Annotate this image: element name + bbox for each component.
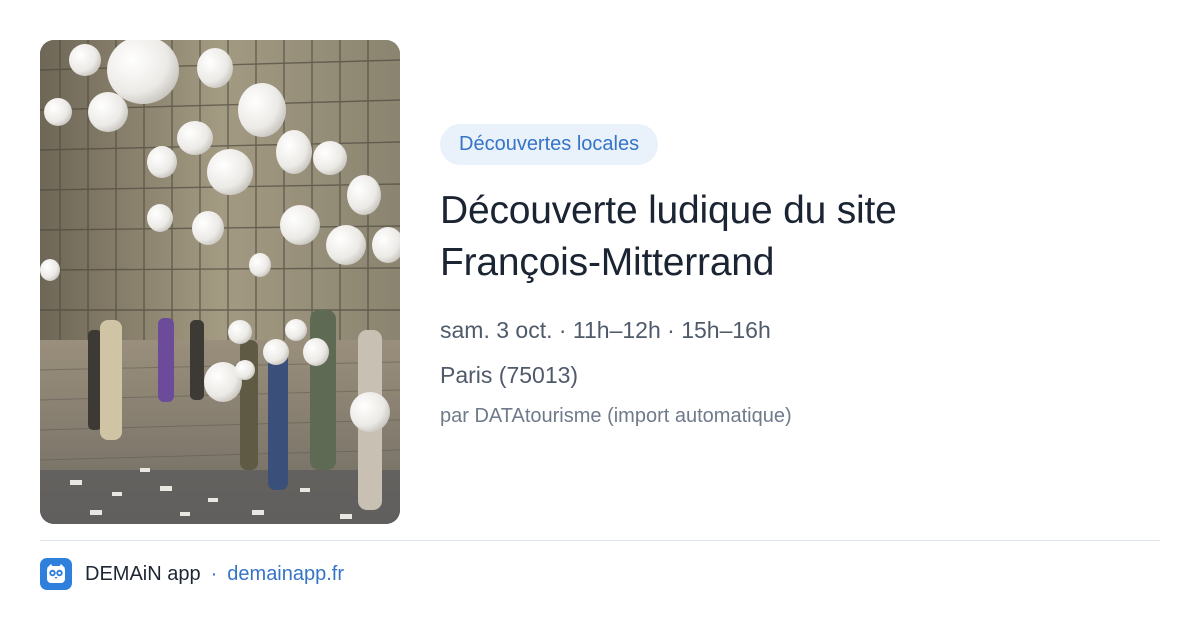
footer-divider — [40, 540, 1160, 541]
event-title-line2: François-Mitterrand — [440, 241, 775, 284]
event-card[interactable]: Découvertes locales Découverte ludique d… — [0, 0, 1200, 630]
footer: DEMAiN app · demainapp.fr — [40, 558, 344, 590]
app-domain-link[interactable]: demainapp.fr — [227, 563, 344, 586]
event-title[interactable]: Découverte ludique du site François-Mitt… — [440, 185, 1140, 289]
app-name: DEMAiN app — [85, 562, 201, 585]
footer-separator: · — [210, 562, 218, 585]
event-location: Paris (75013) — [440, 362, 579, 388]
event-schedule: sam. 3 oct. · 11h–12h · 15h–16h — [440, 317, 771, 343]
event-info: Découvertes locales Découverte ludique d… — [440, 124, 1140, 430]
event-photo — [40, 40, 400, 524]
owl-logo-icon — [40, 558, 72, 590]
event-title-line1: Découverte ludique du site — [440, 189, 897, 232]
event-source: par DATAtourisme (import automatique) — [440, 405, 792, 427]
category-tag[interactable]: Découvertes locales — [440, 124, 659, 165]
